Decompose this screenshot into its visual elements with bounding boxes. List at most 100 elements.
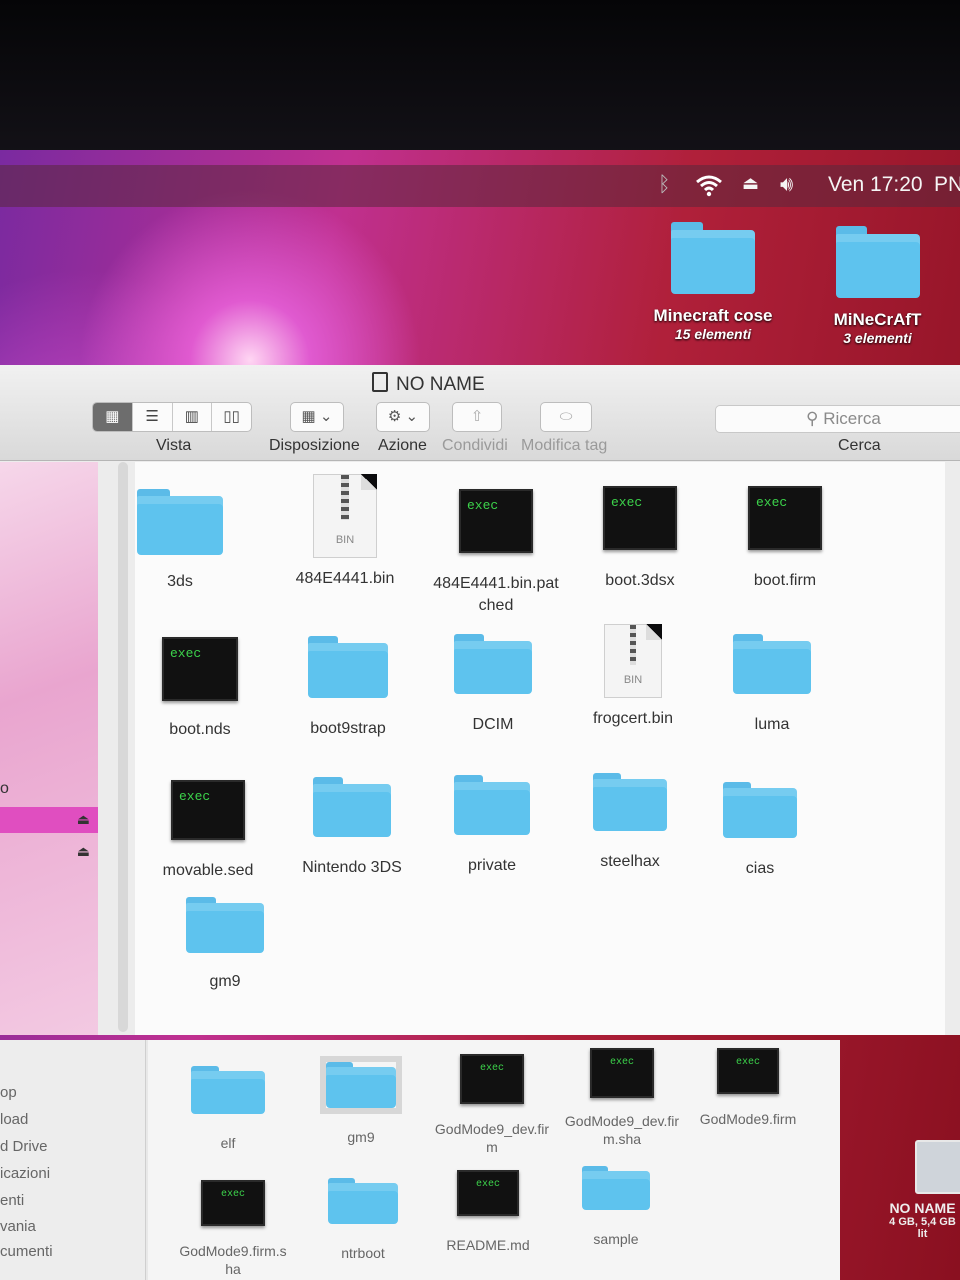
clock[interactable]: Ven 17:20 bbox=[828, 173, 923, 197]
file-name: boot.nds bbox=[169, 721, 231, 738]
sidebar-item-label[interactable]: load bbox=[0, 1111, 28, 1128]
file-item-private[interactable]: private bbox=[437, 775, 547, 877]
file-name: 3ds bbox=[167, 573, 193, 590]
file-item-luma[interactable]: luma bbox=[717, 634, 827, 736]
volume-icon[interactable]: 🔊︎ bbox=[780, 173, 793, 197]
file-item-cias[interactable]: cias bbox=[705, 782, 815, 880]
file-item-boot-nds[interactable]: exec boot.nds bbox=[145, 637, 255, 741]
finder-window: NO NAME ▦ ☰ ▥ ▯▯ Vista ▦ ⌄ Disposizione … bbox=[0, 365, 960, 1035]
drive-icon[interactable] bbox=[915, 1140, 960, 1194]
sidebar-item-label[interactable]: op bbox=[0, 1084, 17, 1101]
sidebar-item-label[interactable]: vania bbox=[0, 1218, 36, 1235]
file-item-nintendo-3ds[interactable]: Nintendo 3DS bbox=[292, 777, 412, 879]
file-name: GodMode9.firm bbox=[699, 1111, 797, 1127]
file-name-cont: m.sha bbox=[602, 1131, 642, 1147]
share-icon: ⇧ bbox=[470, 408, 484, 425]
sidebar-item-label: o bbox=[0, 780, 9, 797]
condividi-label: Condividi bbox=[442, 437, 508, 454]
icon-view-button[interactable]: ▦ bbox=[93, 403, 133, 431]
background-file-grid: elf gm9 exec GodMode9_dev.fir m exec God… bbox=[148, 1040, 840, 1280]
file-name: README.md bbox=[446, 1237, 530, 1253]
folder-icon bbox=[593, 773, 667, 831]
sidebar-scrollbar[interactable] bbox=[118, 462, 128, 1032]
azione-label: Azione bbox=[378, 437, 427, 454]
folder-icon bbox=[137, 489, 223, 555]
file-item-ntrboot[interactable]: ntrboot bbox=[323, 1178, 403, 1262]
file-item-steelhax[interactable]: steelhax bbox=[575, 773, 685, 873]
list-view-button[interactable]: ☰ bbox=[133, 403, 173, 431]
file-item-godmode9-firm-sha[interactable]: exec GodMode9.firm.s ha bbox=[168, 1180, 298, 1278]
file-name: movable.sed bbox=[162, 862, 254, 879]
wifi-icon[interactable] bbox=[694, 173, 724, 203]
edit-tags-button[interactable]: ⬭ bbox=[540, 402, 592, 432]
action-button[interactable]: ⚙ ⌄ bbox=[376, 402, 430, 432]
desktop-icon-count: 15 elementi bbox=[674, 326, 752, 342]
folder-icon bbox=[835, 226, 920, 298]
desktop-icon-label: MiNeCrAfT bbox=[833, 310, 922, 329]
view-mode-control: ▦ ☰ ▥ ▯▯ bbox=[92, 402, 252, 432]
desktop-icon-count: 3 elementi bbox=[843, 330, 912, 346]
file-item-484e4441-bin-patched[interactable]: exec 484E4441.bin.pat ched bbox=[425, 489, 567, 617]
drive-name: NO NAME bbox=[889, 1200, 956, 1216]
file-name: private bbox=[467, 857, 517, 874]
file-item-godmode9-firm[interactable]: exec GodMode9.firm bbox=[693, 1048, 803, 1128]
sidebar-item-label[interactable]: enti bbox=[0, 1192, 24, 1209]
file-item-484e4441-bin[interactable]: BIN 484E4441.bin bbox=[280, 474, 410, 590]
sidebar: o ⏏ ⏏ bbox=[0, 462, 98, 1035]
file-item-3ds[interactable]: 3ds bbox=[130, 489, 230, 593]
file-item-readme-md[interactable]: exec README.md bbox=[443, 1170, 533, 1254]
file-name-cont: ha bbox=[225, 1261, 241, 1277]
desktop-icon-label: Minecraft cose bbox=[653, 306, 773, 325]
file-name: gm9 bbox=[209, 973, 241, 990]
file-name: ntrboot bbox=[341, 1245, 385, 1261]
file-item-elf[interactable]: elf bbox=[188, 1066, 268, 1152]
sidebar-item[interactable]: o bbox=[0, 780, 98, 806]
desktop-folder-minecraft[interactable]: MiNeCrAfT 3 elementi bbox=[820, 226, 935, 346]
file-item-frogcert-bin[interactable]: BIN frogcert.bin bbox=[578, 624, 688, 730]
eject-icon[interactable]: ⏏ bbox=[77, 843, 90, 860]
eject-icon[interactable]: ⏏ bbox=[77, 811, 90, 828]
file-item-godmode9-dev-firm[interactable]: exec GodMode9_dev.fir m bbox=[428, 1054, 556, 1156]
drive-capacity: 4 GB, 5,4 GB lit bbox=[889, 1216, 956, 1240]
sidebar-item-selected[interactable]: ⏏ bbox=[0, 807, 98, 833]
file-item-boot-firm[interactable]: exec boot.firm bbox=[730, 486, 840, 592]
file-name: GodMode9_dev.fir bbox=[434, 1121, 550, 1137]
arrange-button[interactable]: ▦ ⌄ bbox=[290, 402, 344, 432]
modifica-tag-label: Modifica tag bbox=[521, 437, 608, 454]
file-name-cont: m bbox=[486, 1139, 498, 1155]
file-item-movable-sed[interactable]: exec movable.sed bbox=[153, 780, 263, 882]
background-sidebar: op load d Drive icazioni enti vania cume… bbox=[0, 1040, 146, 1280]
sidebar-item-label[interactable]: cumenti bbox=[0, 1243, 53, 1260]
sidebar-item-label[interactable]: icazioni bbox=[0, 1165, 50, 1182]
tag-icon: ⬭ bbox=[559, 408, 573, 425]
desktop-folder-minecraft-cose[interactable]: Minecraft cose 15 elementi bbox=[648, 222, 778, 342]
disposizione-label: Disposizione bbox=[269, 437, 360, 454]
file-item-dcim[interactable]: DCIM bbox=[438, 634, 548, 736]
executable-icon: exec bbox=[171, 780, 245, 840]
executable-icon: exec bbox=[457, 1170, 519, 1216]
desktop-drive-label[interactable]: NO NAME 4 GB, 5,4 GB lit bbox=[885, 1200, 960, 1240]
file-item-boot9strap[interactable]: boot9strap bbox=[293, 636, 403, 740]
file-name: sample bbox=[593, 1231, 639, 1247]
executable-icon: exec bbox=[590, 1048, 654, 1098]
sidebar-item[interactable]: ⏏ bbox=[0, 839, 98, 865]
file-item-boot-3dsx[interactable]: exec boot.3dsx bbox=[585, 486, 695, 592]
column-view-button[interactable]: ▥ bbox=[173, 403, 213, 431]
cover-flow-button[interactable]: ▯▯ bbox=[212, 403, 251, 431]
file-name: steelhax bbox=[600, 853, 660, 870]
file-item-gm9-back[interactable]: gm9 bbox=[320, 1056, 402, 1146]
folder-icon bbox=[320, 1056, 402, 1114]
share-button[interactable]: ⇧ bbox=[452, 402, 502, 432]
sidebar-item-label[interactable]: d Drive bbox=[0, 1138, 48, 1155]
file-name: DCIM bbox=[472, 716, 514, 733]
eject-icon[interactable]: ⏏ bbox=[742, 173, 759, 194]
executable-icon: exec bbox=[162, 637, 238, 701]
monitor-bezel bbox=[0, 0, 960, 165]
bluetooth-icon[interactable]: ᛒ bbox=[658, 173, 671, 197]
file-item-gm9[interactable]: gm9 bbox=[170, 897, 280, 993]
user-menu[interactable]: PN bbox=[934, 173, 960, 197]
file-item-sample[interactable]: sample bbox=[573, 1166, 659, 1248]
file-item-godmode9-dev-firm-sha[interactable]: exec GodMode9_dev.fir m.sha bbox=[558, 1048, 686, 1148]
search-field[interactable]: ⚲ Ricerca bbox=[715, 405, 960, 433]
file-name: frogcert.bin bbox=[592, 710, 674, 727]
